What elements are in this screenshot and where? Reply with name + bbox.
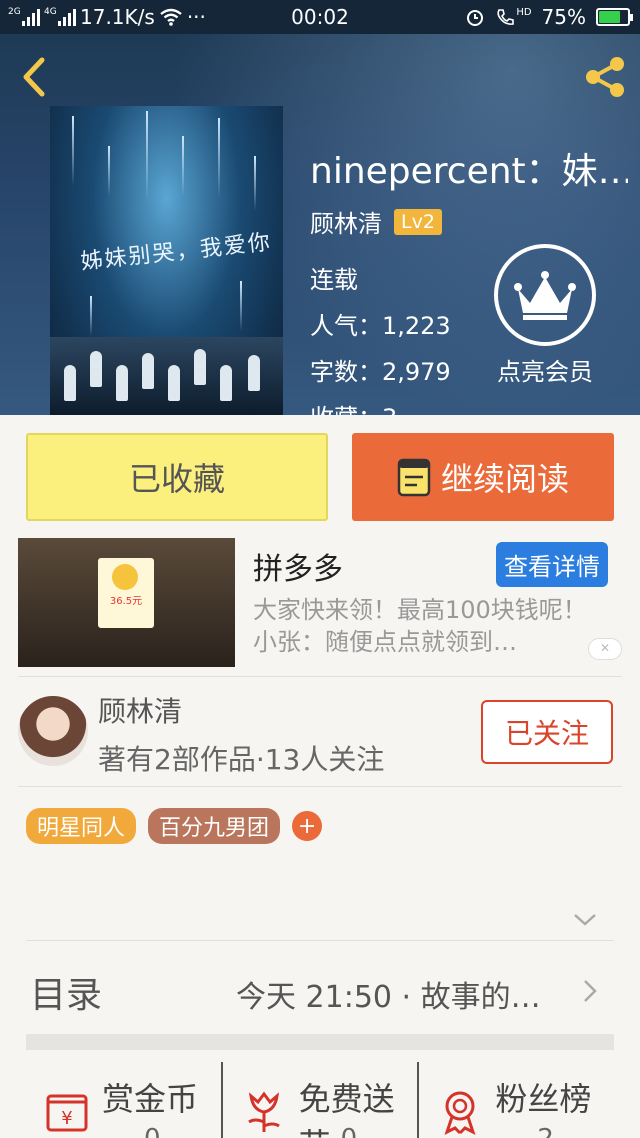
tag-nine-percent[interactable]: 百分九男团 (148, 808, 281, 844)
send-flower-label: 免费送花 (298, 1080, 395, 1138)
book-cover[interactable]: 姊妹别哭，我爱你 (50, 106, 283, 415)
book-header: 姊妹别哭，我爱你 ninepercent：妹… 顾林清 Lv2 连载 人气：1,… (0, 34, 640, 415)
back-arrow-icon[interactable] (14, 52, 54, 102)
medal-icon (444, 1091, 476, 1135)
send-flower-button[interactable]: 免费送花 0 (220, 1062, 418, 1138)
ad-banner[interactable]: 36.5元 拼多多 查看详情 大家快来领！最高100块钱呢！小张：随便点点就领到… (18, 538, 622, 668)
reward-coins-label: 赏金币 (102, 1080, 199, 1118)
call-icon (497, 9, 515, 25)
coin-icon (112, 564, 138, 590)
book-icon (397, 458, 431, 497)
fan-ranking-count: 2 (537, 1124, 554, 1138)
svg-text:¥: ¥ (61, 1108, 72, 1129)
battery-percent: 75% (541, 5, 586, 29)
fan-ranking-label: 粉丝榜 (495, 1080, 592, 1118)
section-separator (26, 1034, 614, 1050)
collection-count-stat: 收藏：3 (310, 398, 397, 415)
reward-coins-count: 0 (144, 1124, 161, 1138)
cover-stage (50, 337, 283, 415)
divider (26, 940, 614, 941)
ad-description: 大家快来领！最高100块钱呢！小张：随便点点就领到… (253, 596, 587, 656)
book-author[interactable]: 顾林清 (310, 204, 382, 239)
popularity-stat: 人气：1,223 (310, 312, 451, 340)
ad-image: 36.5元 (18, 538, 235, 667)
status-bar: 2G 4G 17.1K/s ··· 00:02 HD 75% (0, 0, 640, 34)
collected-button[interactable]: 已收藏 (26, 433, 328, 521)
author-name[interactable]: 顾林清 (98, 690, 182, 730)
author-avatar[interactable] (18, 696, 88, 766)
reward-coins-button[interactable]: ¥ 赏金币 0 (26, 1062, 221, 1138)
following-button[interactable]: 已关注 (481, 700, 613, 764)
serial-status: 连载 (310, 266, 358, 294)
level-badge: Lv2 (394, 208, 442, 235)
chevron-down-icon[interactable] (572, 912, 598, 928)
reward-bar: ¥ 赏金币 0 免费送花 0 粉丝榜 2 (26, 1062, 614, 1138)
divider (18, 676, 622, 677)
add-tag-button[interactable]: + (292, 811, 323, 841)
ad-title: 拼多多 (253, 552, 343, 587)
view-details-button[interactable]: 查看详情 (496, 542, 608, 587)
share-icon[interactable] (580, 52, 630, 102)
vip-button[interactable]: 点亮会员 (492, 244, 598, 387)
catalog-title: 目录 (30, 975, 103, 1016)
vip-label: 点亮会员 (497, 358, 593, 386)
flower-icon (247, 1091, 280, 1132)
word-count-stat: 字数：2,979 (310, 358, 451, 386)
fan-ranking-button[interactable]: 粉丝榜 2 (417, 1062, 614, 1138)
send-flower-count: 0 (341, 1124, 358, 1138)
crown-icon (514, 271, 576, 320)
ad-coupon-amount: 36.5元 (109, 596, 143, 607)
cover-text: 姊妹别哭，我爱你 (79, 230, 274, 275)
battery-icon (596, 8, 633, 26)
ad-close-icon[interactable]: ✕ (588, 638, 622, 660)
catalog-row[interactable]: 目录 今天 21:50 · 故事的… (26, 944, 614, 1034)
book-title: ninepercent：妹… (310, 151, 628, 192)
chevron-right-icon (584, 980, 597, 1002)
continue-reading-button[interactable]: 继续阅读 (352, 433, 614, 521)
tag-list: 明星同人 百分九男团 + (26, 808, 323, 844)
hd-label: HD (516, 7, 532, 18)
latest-chapter: 今天 21:50 · 故事的… (236, 980, 541, 1015)
tag-star-fanfic[interactable]: 明星同人 (26, 808, 137, 844)
continue-reading-label: 继续阅读 (440, 460, 569, 498)
divider (18, 786, 622, 787)
alarm-icon (467, 10, 484, 26)
coin-reward-icon: ¥ (46, 1094, 88, 1132)
author-meta: 著有2部作品·13人关注 (98, 743, 385, 776)
